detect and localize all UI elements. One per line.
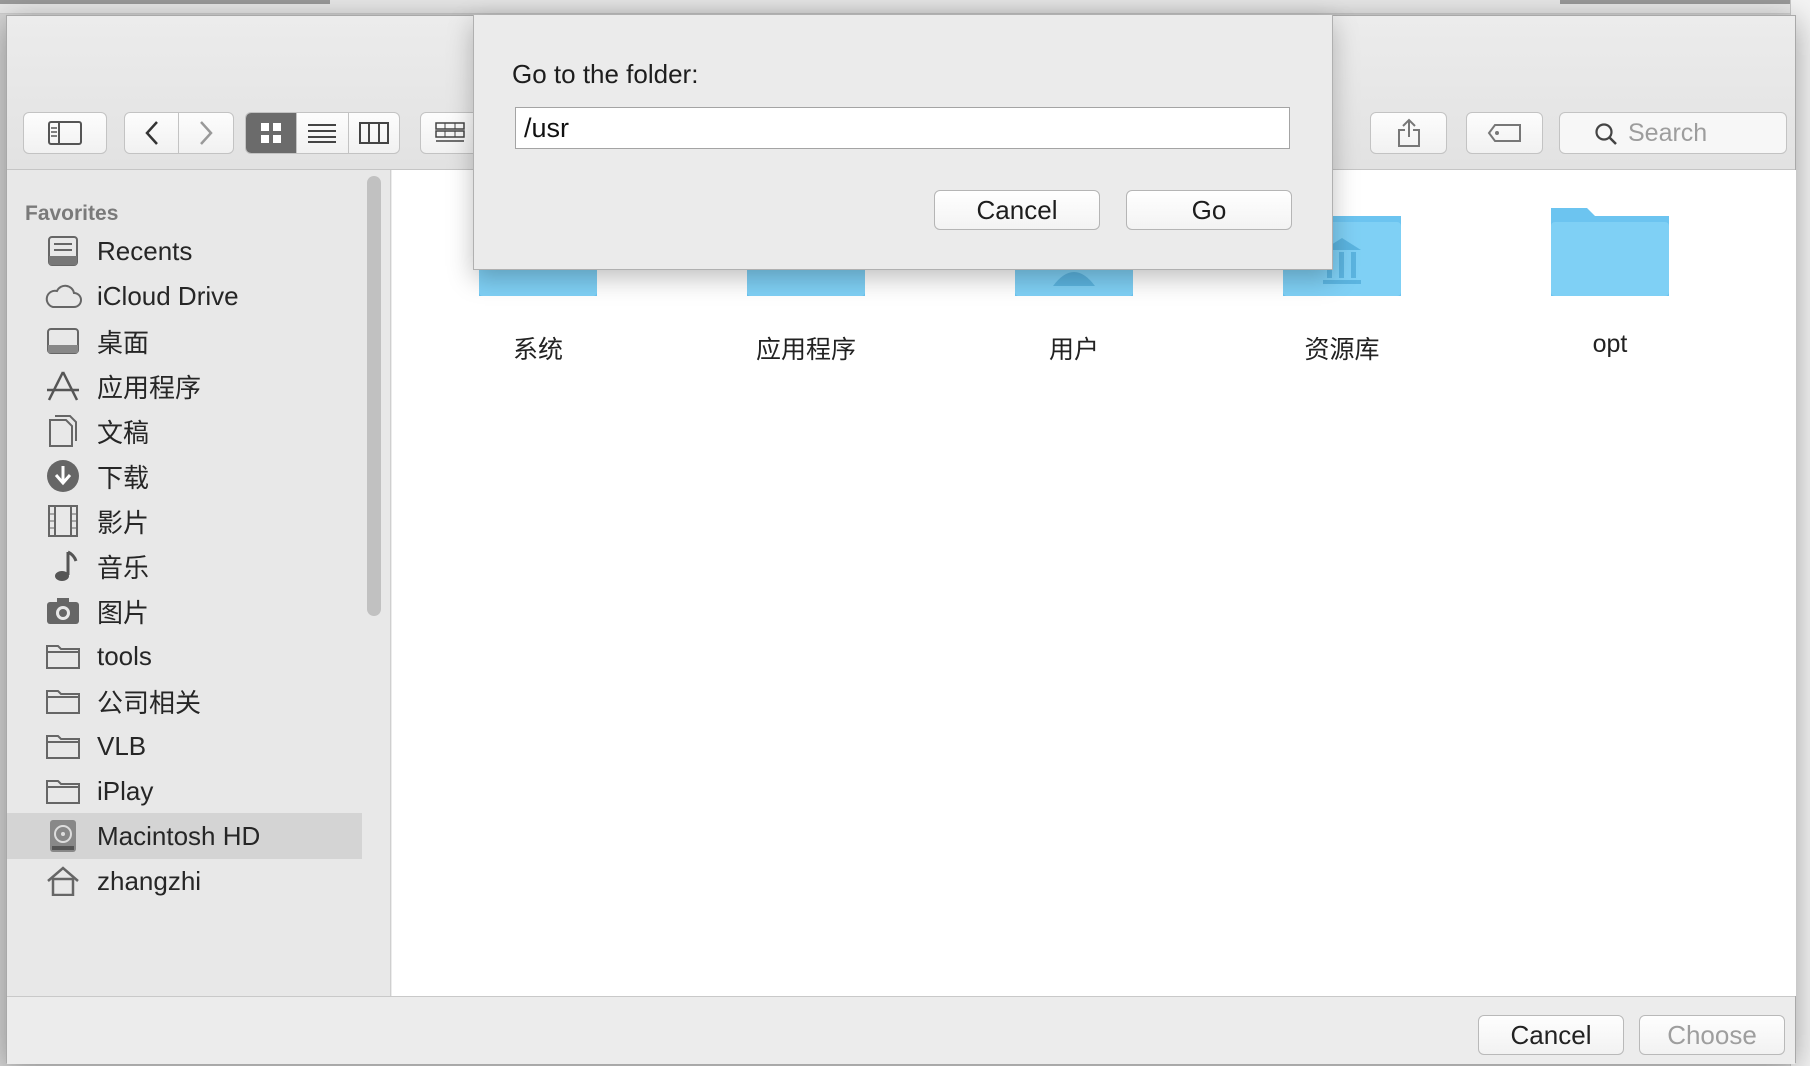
sheet-title: Go to the folder:: [512, 59, 699, 89]
sidebar-item-macintosh-hd[interactable]: Macintosh HD: [7, 813, 362, 859]
sidebar-item-desktop[interactable]: 桌面: [7, 318, 362, 364]
sheet-cancel-button[interactable]: Cancel: [934, 190, 1100, 230]
sidebar-toggle-button[interactable]: [23, 112, 107, 154]
chevron-right-icon: [200, 121, 213, 145]
sidebar-item-label: 公司相关: [97, 687, 202, 718]
recents-icon: [43, 231, 83, 271]
folder-label: opt: [1592, 330, 1628, 358]
go-to-folder-sheet: Go to the folder: /usr Cancel Go: [473, 15, 1333, 270]
background-scroll-indicator: [0, 0, 330, 4]
tag-button[interactable]: [1466, 112, 1543, 154]
grid-icon: [261, 123, 282, 143]
sidebar-item-downloads[interactable]: 下载: [7, 453, 362, 499]
pictures-icon: [43, 591, 83, 631]
sidebar-item-label: iPlay: [97, 775, 154, 806]
downloads-icon: [43, 456, 83, 496]
panel-button-bar: Cancel Choose: [7, 996, 1795, 1064]
sidebar-item-label: zhangzhi: [97, 865, 202, 896]
folder-icon: [43, 726, 83, 766]
sidebar-scrollbar[interactable]: [367, 176, 381, 616]
applications-icon: [43, 366, 83, 406]
sidebar-item-tools[interactable]: tools: [7, 633, 362, 679]
search-icon: [1595, 123, 1617, 145]
search-field[interactable]: Search: [1559, 112, 1787, 154]
go-button[interactable]: Go: [1126, 190, 1292, 230]
icon-view-button[interactable]: [246, 113, 298, 153]
sidebar-item-iplay[interactable]: iPlay: [7, 768, 362, 814]
column-view-button[interactable]: [349, 113, 399, 153]
folder-icon: [43, 636, 83, 676]
movies-icon: [43, 501, 83, 541]
folder-label: 系统: [512, 336, 563, 364]
arrange-grid-icon: [435, 122, 465, 142]
background-window-edge: [0, 0, 1810, 14]
sidebar-item-recents[interactable]: Recents: [7, 228, 362, 274]
cancel-button[interactable]: Cancel: [1478, 1015, 1624, 1055]
folder-label: 用户: [1048, 336, 1099, 364]
cloud-icon: [43, 276, 83, 316]
folder-icon: [43, 771, 83, 811]
chevron-left-icon: [144, 121, 158, 145]
sidebar-item-label: Recents: [97, 235, 193, 266]
home-icon: [43, 861, 83, 901]
sidebar-item-label: iCloud Drive: [97, 280, 239, 311]
navigation-buttons: [124, 112, 234, 154]
background-scroll-indicator: [1560, 0, 1790, 4]
desktop-icon: [43, 321, 83, 361]
sidebar-heading-favorites: Favorites: [25, 202, 119, 225]
file-browser-content: 系统 应用程序 用户 资源库 opt: [392, 170, 1796, 996]
share-icon: [1397, 118, 1420, 147]
sidebar-item-documents[interactable]: 文稿: [7, 408, 362, 454]
choose-button[interactable]: Choose: [1639, 1015, 1785, 1055]
columns-icon: [358, 122, 389, 144]
sidebar-item-pictures[interactable]: 图片: [7, 588, 362, 634]
folder-path-input[interactable]: /usr: [515, 107, 1290, 149]
folder-label: 应用程序: [755, 336, 856, 364]
search-placeholder: Search: [1628, 118, 1708, 147]
sidebar-item-label: 文稿: [97, 417, 150, 448]
sidebar-item-label: VLB: [97, 730, 147, 761]
sidebar-item-label: 图片: [97, 597, 150, 628]
folder-icon: [43, 681, 83, 721]
sidebar-item-music[interactable]: 音乐: [7, 543, 362, 589]
folder-item[interactable]: opt: [1520, 200, 1700, 359]
documents-icon: [43, 411, 83, 451]
sidebar: Favorites Recents iCloud Drive 桌面 应用程序 文…: [7, 170, 391, 996]
hard-drive-icon: [43, 816, 83, 856]
back-button[interactable]: [125, 113, 179, 153]
sidebar-item-icloud-drive[interactable]: iCloud Drive: [7, 273, 362, 319]
view-mode-segmented-control: [245, 112, 400, 154]
share-button[interactable]: [1370, 112, 1447, 154]
sidebar-item-applications[interactable]: 应用程序: [7, 363, 362, 409]
sidebar-item-movies[interactable]: 影片: [7, 498, 362, 544]
sidebar-item-company[interactable]: 公司相关: [7, 678, 362, 724]
forward-button[interactable]: [179, 113, 233, 153]
sidebar-item-label: tools: [97, 640, 152, 671]
list-icon: [308, 124, 337, 143]
sidebar-item-label: Macintosh HD: [97, 820, 261, 851]
sidebar-item-label: 桌面: [97, 327, 150, 358]
sidebar-item-home[interactable]: zhangzhi: [7, 858, 362, 904]
sidebar-item-label: 下载: [97, 462, 150, 493]
sidebar-item-label: 音乐: [97, 552, 150, 583]
sidebar-icon: [48, 121, 82, 145]
tag-icon: [1487, 124, 1521, 142]
folder-label: 资源库: [1304, 336, 1380, 364]
folder-icon: [1547, 200, 1673, 300]
music-icon: [43, 546, 83, 586]
list-view-button[interactable]: [297, 113, 349, 153]
sidebar-item-label: 应用程序: [97, 372, 202, 403]
sidebar-item-label: 影片: [97, 507, 150, 538]
sidebar-item-vlb[interactable]: VLB: [7, 723, 362, 769]
